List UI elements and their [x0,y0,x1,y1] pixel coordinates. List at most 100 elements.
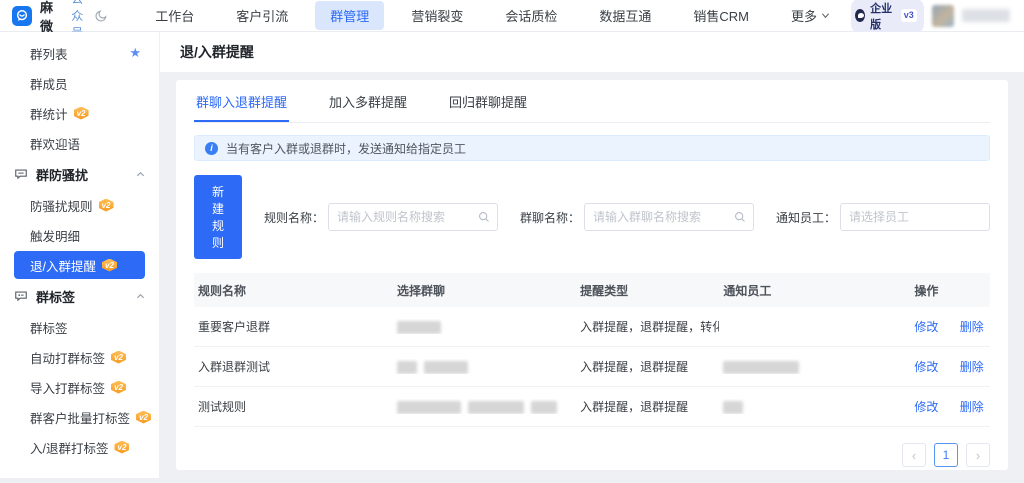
table-header-row: 规则名称 选择群聊 提醒类型 通知员工 操作 [194,273,990,307]
edition-badge[interactable]: 企业版 v3 [850,0,924,34]
sidebar-item-group-members[interactable]: 群成员 [0,68,159,98]
v2-badge: v2 [101,258,117,272]
redacted-text-block [468,400,524,414]
col-notify-staff: 通知员工 [723,283,772,298]
dark-mode-toggle[interactable] [95,9,108,22]
table-row: 重要客户退群 入群提醒，退群提醒，转化... 修改 删除 [194,307,990,347]
cell-rule-name: 重要客户退群 [198,320,271,334]
sidebar-item-join-exit-tag[interactable]: 入/退群打标签 v2 [0,432,159,462]
info-banner: i 当有客户入群或退群时，发送通知给指定员工 [194,135,990,161]
sidebar-section-group-tags[interactable]: 群标签 [0,280,159,312]
new-rule-button[interactable]: 新建规则 [194,175,242,259]
redacted-text-block [424,360,468,374]
nav-item-workbench[interactable]: 工作台 [140,1,209,30]
nav-item-sales-crm[interactable]: 销售CRM [678,1,764,30]
nav-item-conversation-qc[interactable]: 会话质检 [490,1,572,30]
v2-badge: v2 [111,380,127,394]
col-rule-name: 规则名称 [198,283,247,298]
nav-item-group-management[interactable]: 群管理 [315,1,385,30]
delete-link[interactable]: 删除 [960,400,984,414]
table-row: 测试规则 入群提醒，退群提醒 修改 删除 [194,387,990,427]
topbar: 芝麻微客 公众号 工作台 客户引流 群管理 营销裂变 会话质检 数据互通 销售C… [0,0,1024,53]
search-icon[interactable] [734,211,746,223]
delete-link[interactable]: 删除 [960,360,984,374]
redacted-text-block [723,400,744,414]
chevron-up-icon [136,170,145,179]
username-redacted[interactable] [962,9,1010,22]
content-card: 群聊入退群提醒 加入多群提醒 回归群聊提醒 i 当有客户入群或退群时，发送通知给… [176,80,1008,470]
pagination: ‹ 1 › [194,443,990,467]
v2-badge: v2 [111,350,127,364]
toolbar: 新建规则 规则名称： 群聊名称： [194,175,990,259]
sidebar-item-import-tag[interactable]: 导入打群标签 v2 [0,372,159,402]
sidebar-item-exit-join-reminder[interactable]: 退/入群提醒 v2 [14,251,145,279]
app-logo[interactable] [12,5,32,26]
notify-staff-label: 通知员工： [775,210,836,225]
page-title: 退/入群提醒 [180,44,254,60]
sidebar-section-anti-harassment[interactable]: 群防骚扰 [0,158,159,190]
cell-remind-type: 入群提醒，退群提醒 [580,360,689,374]
chat-bubble-logo-icon [16,9,28,21]
sidebar-item-auto-tag[interactable]: 自动打群标签 v2 [0,342,159,372]
nav-item-more[interactable]: 更多 [776,1,845,30]
avatar[interactable] [931,4,954,27]
sidebar-item-group-list[interactable]: 群列表 ★ [0,38,159,68]
redacted-text-block [723,360,800,374]
col-group-chat: 选择群聊 [397,283,446,298]
sidebar: 群列表 ★ 群成员 群统计 v2 群欢迎语 群防骚扰 防骚扰规则 v2 触发明细… [0,32,160,478]
sidebar-item-group-welcome[interactable]: 群欢迎语 [0,128,159,158]
redacted-text-block [397,320,441,334]
cell-notify-staff-redacted [719,359,910,374]
topbar-account-area: 企业版 v3 [850,0,1010,34]
tab-return-group-reminder[interactable]: 回归群聊提醒 [447,80,529,122]
group-name-search-input[interactable] [583,203,754,231]
tab-multi-group-reminder[interactable]: 加入多群提醒 [327,80,409,122]
nav-item-customer-acquisition[interactable]: 客户引流 [221,1,303,30]
content-area: 群聊入退群提醒 加入多群提醒 回归群聊提醒 i 当有客户入群或退群时，发送通知给… [160,72,1024,478]
sidebar-item-anti-harassment-rules[interactable]: 防骚扰规则 v2 [0,190,159,220]
tag-bubble-icon [14,289,28,303]
filter-group-name: 群聊名称： [520,203,754,231]
redacted-text-block [397,360,417,374]
v2-badge: v2 [73,106,89,120]
nav-item-data-interop[interactable]: 数据互通 [584,1,666,30]
prev-page-button[interactable]: ‹ [902,443,926,467]
edit-link[interactable]: 修改 [914,320,938,334]
delete-link[interactable]: 删除 [960,320,984,334]
info-banner-text: 当有客户入群或退群时，发送通知给指定员工 [226,141,467,156]
sidebar-item-group-stats[interactable]: 群统计 v2 [0,98,159,128]
cell-actions: 修改 删除 [910,318,990,335]
top-navigation: 工作台 客户引流 群管理 营销裂变 会话质检 数据互通 销售CRM 更多 [134,1,851,30]
notify-staff-select-input[interactable] [840,203,990,231]
favorite-star-icon[interactable]: ★ [129,45,141,61]
tab-bar: 群聊入退群提醒 加入多群提醒 回归群聊提醒 [194,80,990,123]
v2-badge: v2 [114,440,130,454]
edition-logo-icon [854,9,866,22]
sidebar-item-trigger-details[interactable]: 触发明细 [0,220,159,250]
chevron-down-icon [821,13,830,19]
cell-group-chat-redacted [393,319,576,334]
rule-name-label: 规则名称： [263,210,324,225]
chevron-up-icon [136,292,145,301]
moon-icon [95,10,107,22]
next-page-button[interactable]: › [966,443,990,467]
cell-notify-staff-redacted [719,399,910,414]
tab-group-join-exit-reminder[interactable]: 群聊入退群提醒 [194,80,290,122]
sidebar-item-group-tags[interactable]: 群标签 [0,312,159,342]
rule-name-search-input[interactable] [327,203,498,231]
edit-link[interactable]: 修改 [914,360,938,374]
cell-remind-type: 入群提醒，退群提醒，转化... [580,320,720,334]
nav-item-marketing-fission[interactable]: 营销裂变 [396,1,478,30]
filter-notify-staff: 通知员工： [776,203,990,231]
edit-link[interactable]: 修改 [914,400,938,414]
cell-group-chat-redacted [393,399,576,414]
redacted-text-block [397,400,461,414]
sidebar-item-batch-tag[interactable]: 群客户批量打标签 v2 [0,402,159,432]
v2-badge: v2 [98,198,114,212]
table-row: 入群退群测试 入群提醒，退群提醒 修改 删除 [194,347,990,387]
filter-rule-name: 规则名称： [264,203,498,231]
cell-actions: 修改 删除 [910,358,990,375]
page-number-current[interactable]: 1 [934,443,958,467]
search-icon[interactable] [478,211,490,223]
v2-badge: v2 [136,410,152,424]
